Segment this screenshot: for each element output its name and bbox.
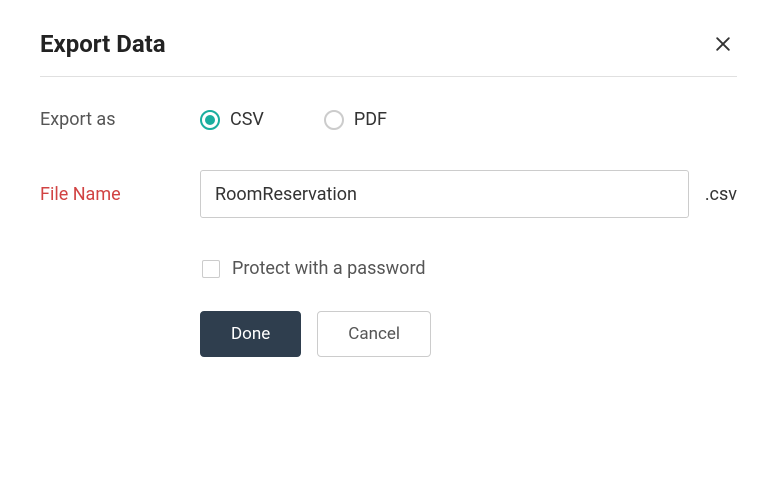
file-extension: .csv xyxy=(705,184,737,205)
export-as-label: Export as xyxy=(40,109,200,130)
cancel-button[interactable]: Cancel xyxy=(317,311,431,357)
radio-pdf-label: PDF xyxy=(354,109,387,130)
radio-csv[interactable]: CSV xyxy=(200,109,264,130)
password-protect-checkbox[interactable]: Protect with a password xyxy=(202,258,737,279)
filename-input[interactable] xyxy=(200,170,689,218)
close-button[interactable] xyxy=(709,30,737,58)
radio-selected-icon xyxy=(200,110,220,130)
password-protect-label: Protect with a password xyxy=(232,258,426,279)
export-format-radio-group: CSV PDF xyxy=(200,109,387,130)
done-button[interactable]: Done xyxy=(200,311,301,357)
close-icon xyxy=(713,34,733,54)
radio-csv-label: CSV xyxy=(230,109,264,130)
radio-pdf[interactable]: PDF xyxy=(324,109,387,130)
radio-unselected-icon xyxy=(324,110,344,130)
filename-label: File Name xyxy=(40,184,200,205)
checkbox-unchecked-icon xyxy=(202,260,220,278)
dialog-title: Export Data xyxy=(40,30,166,58)
